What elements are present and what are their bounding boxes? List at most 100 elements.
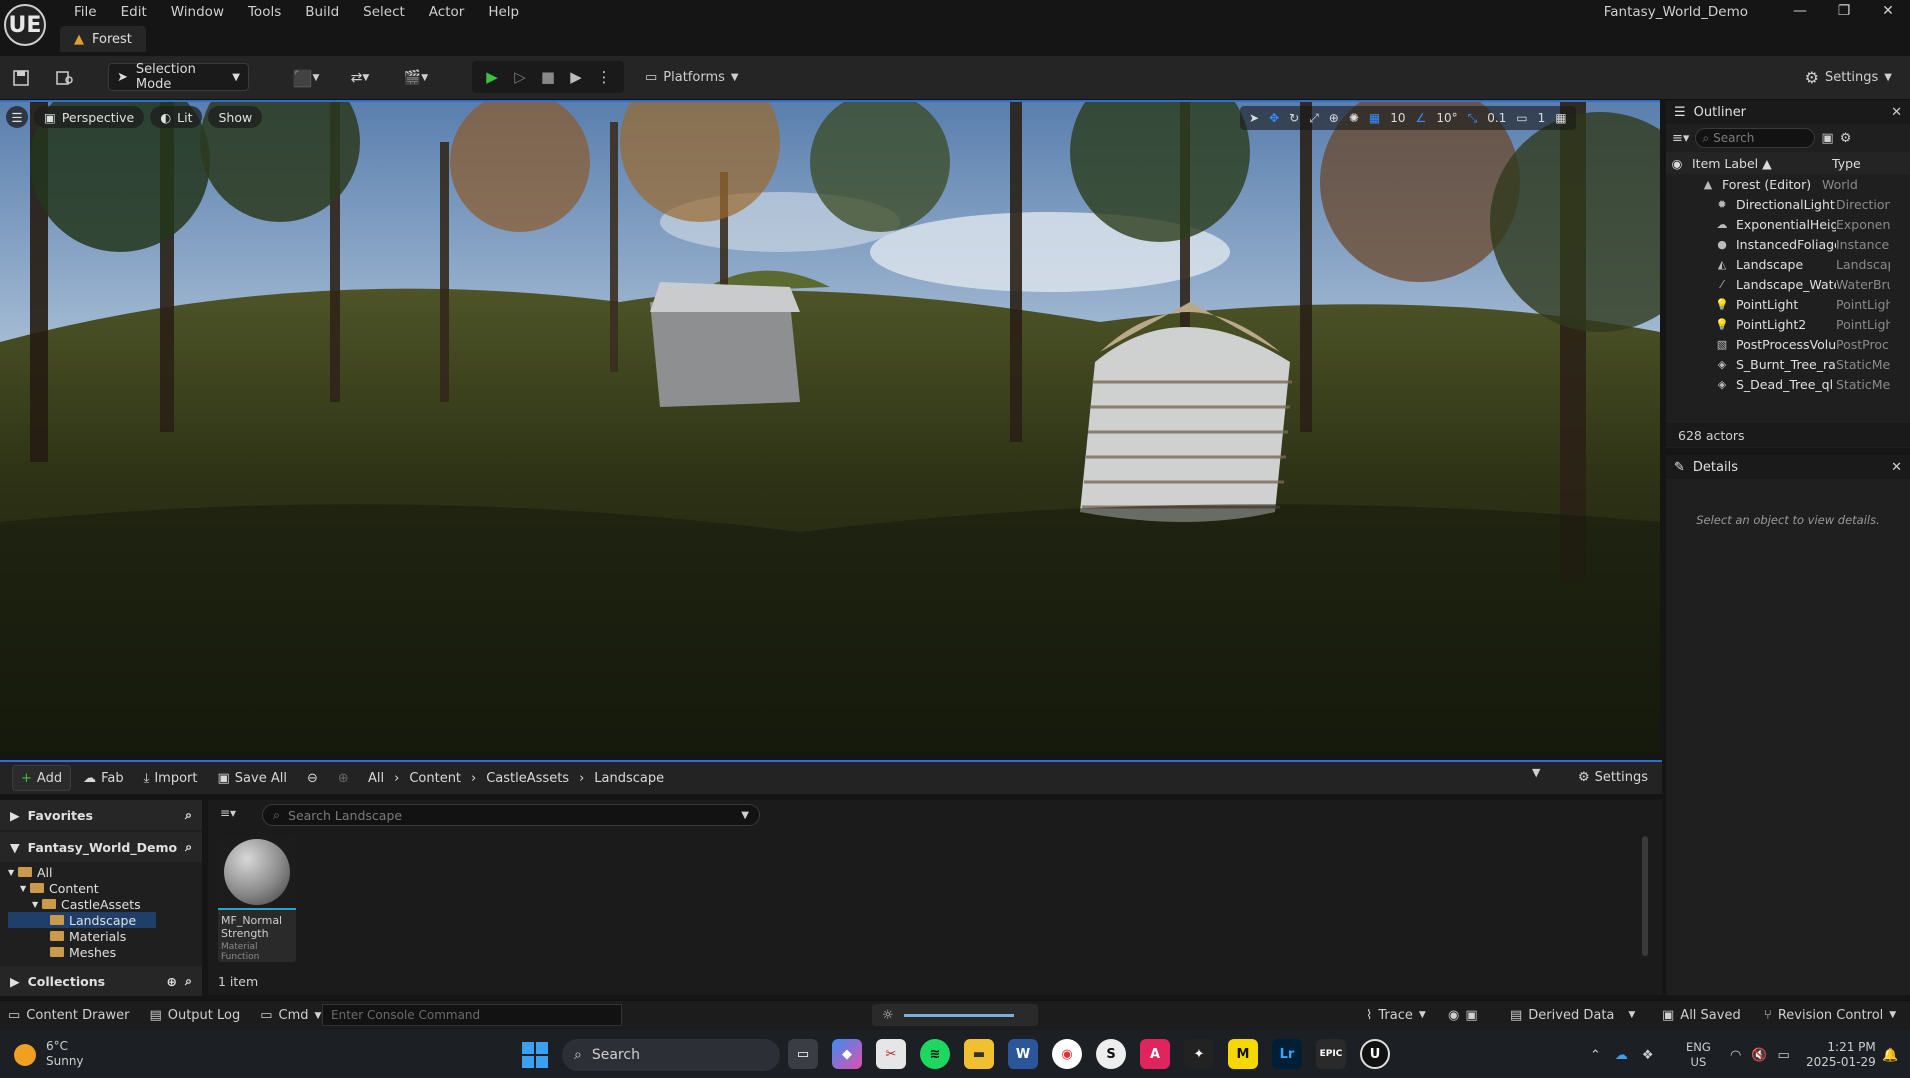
onedrive-icon[interactable]: ☁ (1615, 1048, 1628, 1063)
screenshot-icon[interactable]: ▣ (1465, 1008, 1477, 1023)
list-item[interactable]: ● InstancedFoliage Instance (1666, 234, 1910, 254)
close-icon[interactable]: ✕ (1891, 105, 1902, 120)
tree-item-landscape[interactable]: Landscape (8, 912, 156, 928)
cinematics-icon[interactable]: 🎬 ▼ (398, 63, 434, 93)
history-forward-icon[interactable]: ⊕ (330, 765, 357, 791)
minimize-icon[interactable]: — (1778, 3, 1822, 19)
settings-dropdown[interactable]: ⚙ Settings ▼ (1805, 63, 1892, 91)
snipping-tool-icon[interactable]: ✂ (876, 1039, 906, 1069)
level-viewport[interactable] (0, 100, 1660, 754)
favorites-section[interactable]: ▶ Favorites ⌕ (0, 800, 202, 830)
stop-icon[interactable]: ■ (534, 68, 562, 86)
perspective-button[interactable]: ▣ Perspective (34, 106, 145, 128)
clock[interactable]: 1:21 PM 2025-01-29 (1806, 1040, 1876, 1070)
wifi-icon[interactable]: ◠ (1730, 1048, 1741, 1063)
breadcrumb-castleassets[interactable]: CastleAssets (486, 771, 569, 786)
lightroom-icon[interactable]: Lr (1272, 1039, 1302, 1069)
col-item-label[interactable]: Item Label ▲ (1688, 156, 1832, 171)
add-folder-icon[interactable]: ▣ (1821, 131, 1833, 146)
task-view-icon[interactable]: ▭ (788, 1039, 818, 1069)
menu-window[interactable]: Window (159, 2, 236, 22)
collections-section[interactable]: ▶ Collections ⊕ ⌕ (0, 966, 202, 996)
dropbox-icon[interactable]: ❖ (1642, 1048, 1654, 1063)
asset-scrollbar[interactable] (1642, 836, 1648, 956)
grid-snap-value[interactable]: 10 (1387, 111, 1408, 125)
platforms-dropdown[interactable]: ▭ Platforms ▼ (645, 63, 739, 91)
gear-icon[interactable]: ⚙ (1840, 131, 1852, 146)
grid-snap-icon[interactable]: ▦ (1366, 111, 1383, 125)
breadcrumb-content[interactable]: Content (409, 771, 461, 786)
list-item[interactable]: ◈ S_Burnt_Tree_ra StaticMe (1666, 354, 1910, 374)
scale-snap-icon[interactable]: ⤡ (1465, 111, 1481, 126)
miro-icon[interactable]: M (1228, 1039, 1258, 1069)
list-item[interactable]: ◭ Landscape Landscap (1666, 254, 1910, 274)
trace-dropdown[interactable]: ⌇ Trace ▼ (1366, 1000, 1426, 1030)
word-icon[interactable]: W (1008, 1039, 1038, 1069)
content-drawer-button[interactable]: ▭ Content Drawer (0, 1001, 129, 1031)
selection-mode-dropdown[interactable]: ➤ Selection Mode ▼ (108, 62, 249, 92)
viewport-menu-icon[interactable]: ☰ (6, 106, 28, 128)
rotate-tool-icon[interactable]: ↻ (1286, 111, 1302, 125)
col-type[interactable]: Type (1832, 156, 1861, 171)
affinity-icon[interactable]: A (1140, 1039, 1170, 1069)
filter-icon[interactable]: ≡▾ (220, 806, 236, 820)
all-saved-button[interactable]: ▣ All Saved (1662, 1000, 1741, 1030)
tree-item-all[interactable]: ▼ All (8, 864, 202, 880)
restore-icon[interactable]: ❐ (1822, 3, 1866, 19)
list-item[interactable]: ⁄ Landscape_Wate WaterBru (1666, 274, 1910, 294)
add-collection-icon[interactable]: ⊕ (167, 974, 177, 989)
search-icon[interactable]: ⌕ (185, 839, 192, 855)
camera-speed-value[interactable]: 1 (1535, 111, 1549, 125)
console-input[interactable]: Enter Console Command (322, 1004, 622, 1026)
derived-data-dropdown[interactable]: ▤ Derived Data ▼ (1510, 1000, 1635, 1030)
play-icon[interactable]: ▶ (478, 68, 506, 86)
output-log-button[interactable]: ▤ Output Log (129, 1001, 240, 1031)
taskbar-search[interactable]: ⌕ Search (562, 1039, 780, 1071)
level-tab[interactable]: ▲ Forest (60, 26, 146, 52)
menu-help[interactable]: Help (476, 2, 531, 22)
asset-tile[interactable]: MF_Normal Strength Material Function (218, 836, 296, 962)
scale-tool-icon[interactable]: ⤢ (1306, 111, 1322, 126)
show-button[interactable]: Show (208, 106, 263, 128)
menu-edit[interactable]: Edit (109, 2, 159, 22)
spotify-icon[interactable]: ≋ (920, 1039, 950, 1069)
camera-speed-icon[interactable]: ▭ (1513, 111, 1530, 125)
tree-item-meshes[interactable]: Meshes (8, 944, 202, 960)
list-item[interactable]: 💡 PointLight2 PointLigh (1666, 314, 1910, 334)
outliner-search-input[interactable]: ⌕ Search (1695, 128, 1816, 148)
battery-icon[interactable]: ▭ (1778, 1048, 1790, 1063)
weather-sun-icon[interactable] (14, 1044, 36, 1066)
close-icon[interactable]: ✕ (1866, 3, 1910, 19)
windows-start-icon[interactable] (522, 1042, 548, 1068)
surface-snap-icon[interactable]: ✺ (1346, 111, 1362, 125)
menu-build[interactable]: Build (293, 2, 351, 22)
asset-search-input[interactable]: ⌕ Search Landscape ▼ (262, 804, 760, 826)
save-all-button[interactable]: ▣ Save All (210, 765, 295, 791)
list-item[interactable]: ▲ Forest (Editor) World (1666, 174, 1910, 194)
tree-item-materials[interactable]: Materials (8, 928, 202, 944)
visibility-icon[interactable]: ◉ (1666, 156, 1688, 171)
list-item[interactable]: ☁ ExponentialHeigh Exponent (1666, 214, 1910, 234)
close-icon[interactable]: ✕ (1891, 460, 1902, 475)
tree-item-content[interactable]: ▼ Content (8, 880, 202, 896)
breadcrumb-landscape[interactable]: Landscape (594, 771, 664, 786)
chrome-icon[interactable]: ◉ (1052, 1039, 1082, 1069)
rotation-snap-value[interactable]: 10° (1433, 111, 1460, 125)
rhino-icon[interactable]: ✦ (1184, 1039, 1214, 1069)
menu-select[interactable]: Select (351, 2, 417, 22)
move-tool-icon[interactable]: ✥ (1266, 111, 1282, 125)
search-icon[interactable]: ⌕ (185, 973, 192, 989)
brightness-slider[interactable] (903, 1013, 1014, 1017)
add-actor-icon[interactable]: ⬛ ▼ (288, 63, 324, 93)
revision-control-dropdown[interactable]: ⑂ Revision Control ▼ (1764, 1000, 1896, 1030)
record-icon[interactable]: ◉ (1448, 1008, 1459, 1023)
file-explorer-icon[interactable]: ▬ (964, 1039, 994, 1069)
list-item[interactable]: ▧ PostProcessVolu PostProc (1666, 334, 1910, 354)
notification-bell-icon[interactable]: 🔔 (1882, 1048, 1898, 1063)
search-icon[interactable]: ⌕ (185, 807, 192, 823)
project-section[interactable]: ▼ Fantasy_World_Demo ⌕ (0, 832, 202, 862)
viewport-layout-icon[interactable]: ▦ (1552, 111, 1569, 125)
steam-icon[interactable]: S (1096, 1039, 1126, 1069)
list-item[interactable]: 💡 PointLight PointLigh (1666, 294, 1910, 314)
step-icon[interactable]: ▷ (506, 68, 534, 86)
